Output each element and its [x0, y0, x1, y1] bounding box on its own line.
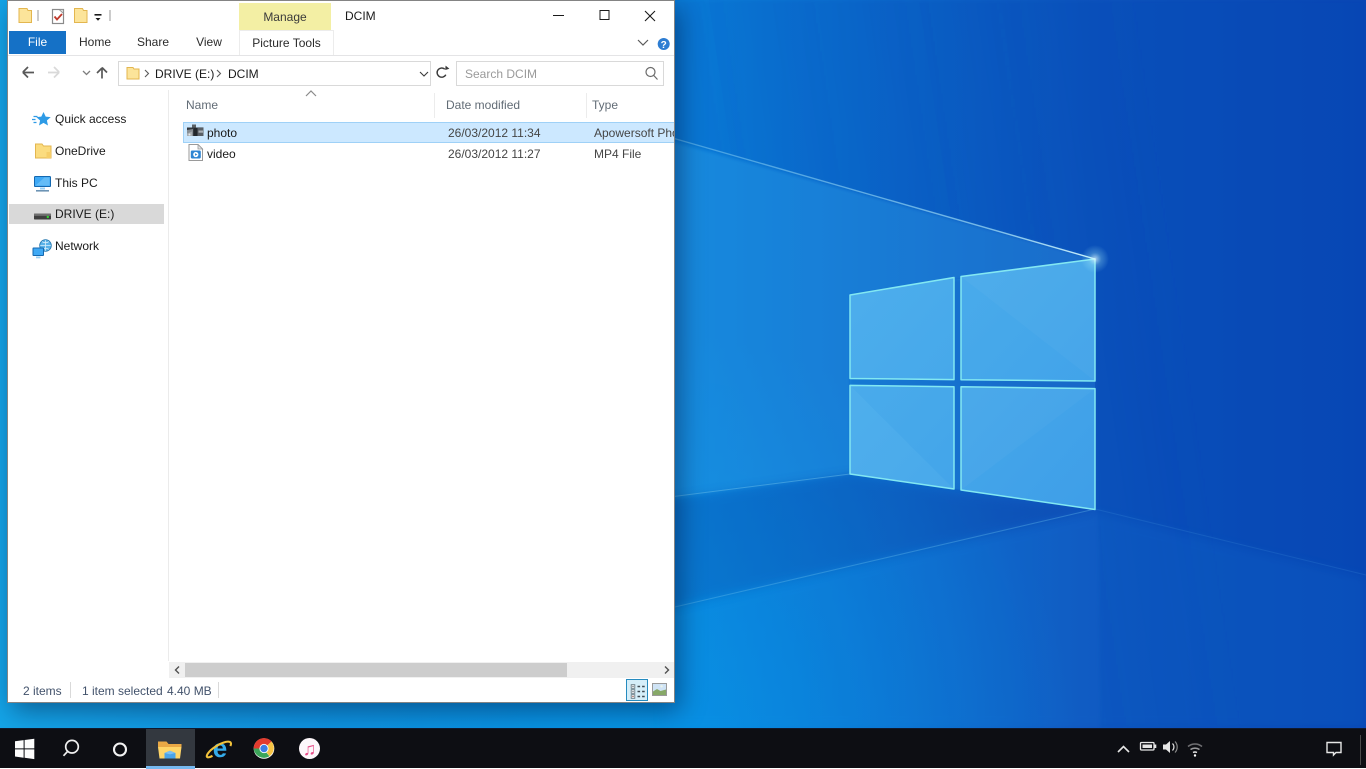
- svg-text:?: ?: [661, 40, 667, 51]
- svg-text:♫: ♫: [303, 739, 317, 759]
